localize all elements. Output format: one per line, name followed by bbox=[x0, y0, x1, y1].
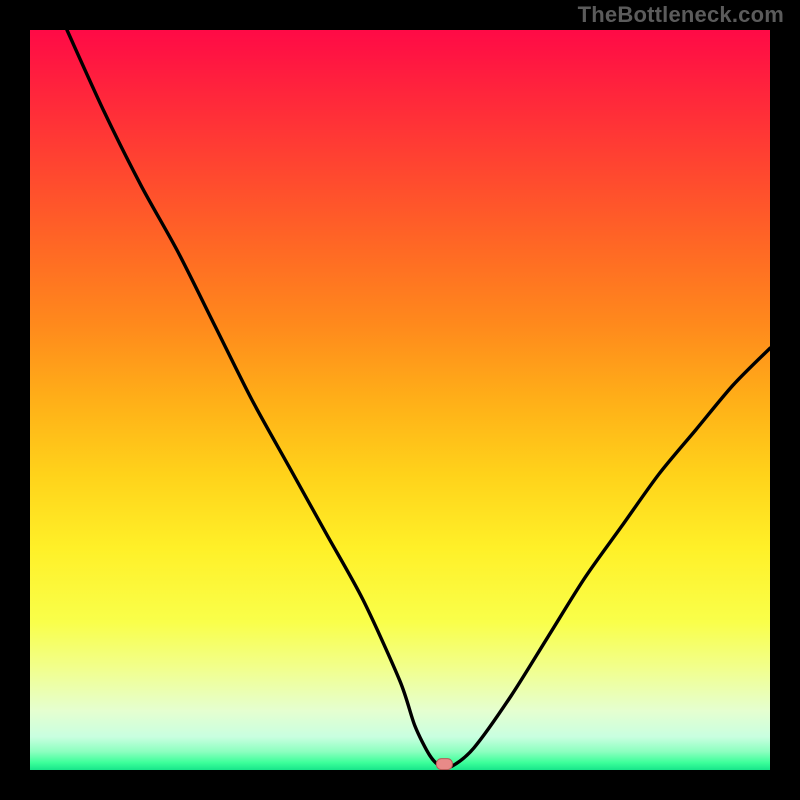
bottleneck-chart bbox=[30, 30, 770, 770]
attribution-label: TheBottleneck.com bbox=[578, 2, 784, 28]
heat-gradient-background bbox=[30, 30, 770, 770]
optimal-point-marker bbox=[436, 759, 452, 770]
chart-frame: TheBottleneck.com bbox=[0, 0, 800, 800]
